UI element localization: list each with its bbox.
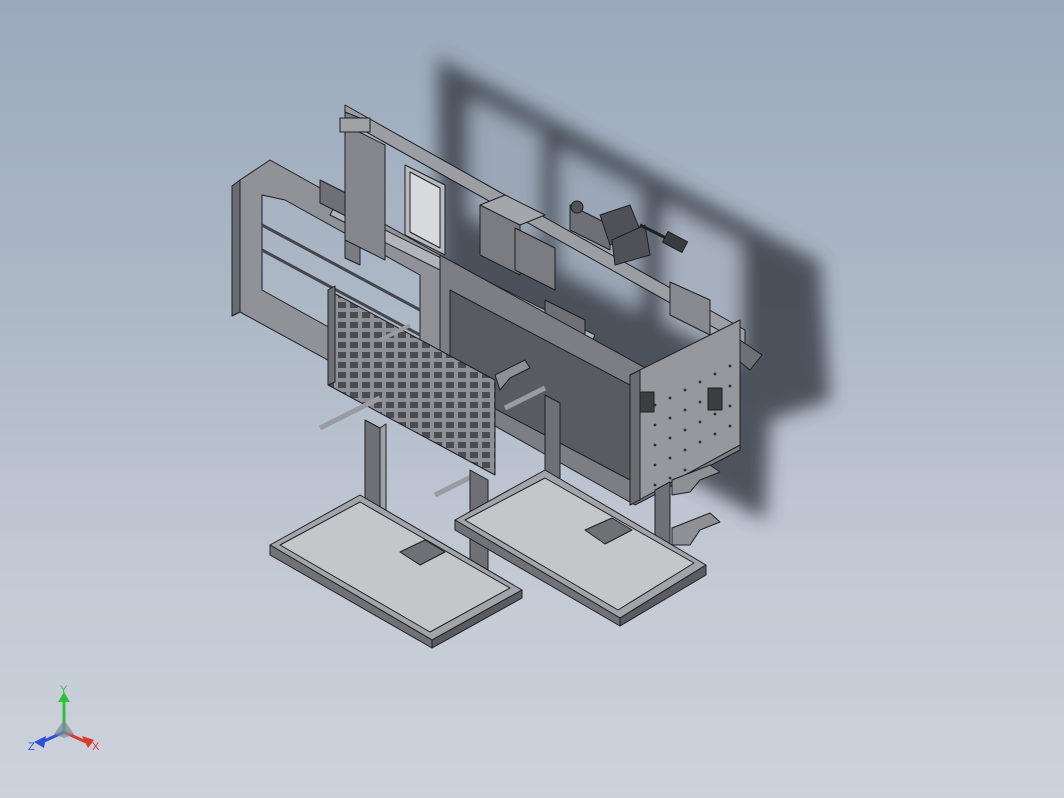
coordinate-triad: Y X Z [28,684,100,753]
triad-axes [34,692,94,748]
center-upright [344,124,386,261]
x-axis-label: X [92,741,100,753]
z-axis-label: Z [28,741,35,753]
right-hook-lower [671,512,721,546]
y-axis-label: Y [60,684,68,696]
model-3d-view[interactable] [0,0,1064,798]
graphics-viewport[interactable]: Y X Z [0,0,1064,798]
